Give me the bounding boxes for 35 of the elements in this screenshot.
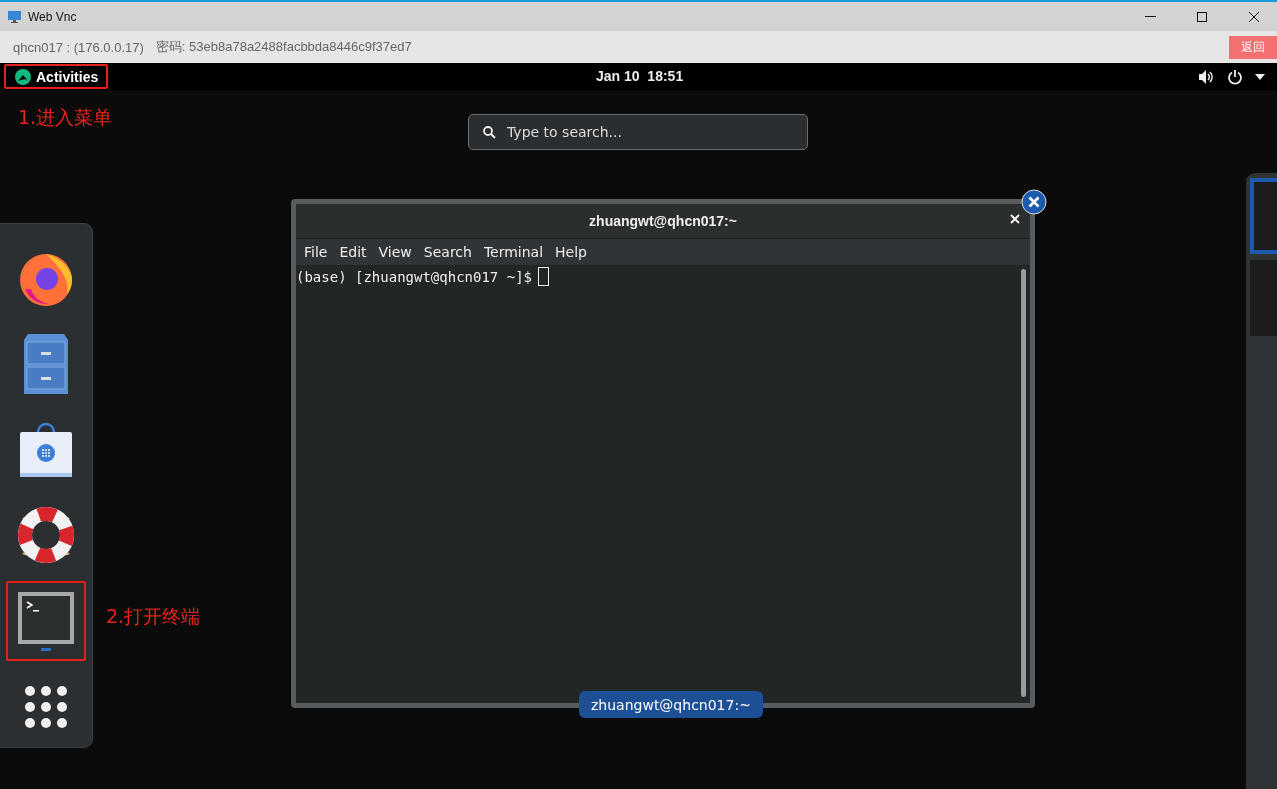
password-label: 密码: 53eb8a78a2488facbbda8446c9f37ed7 bbox=[155, 38, 412, 56]
host-label: qhcn017 : (176.0.0.17) bbox=[13, 39, 144, 55]
close-icon[interactable] bbox=[1249, 11, 1259, 22]
text-cursor bbox=[538, 267, 549, 286]
running-indicator bbox=[41, 647, 51, 651]
maximize-icon[interactable] bbox=[1197, 11, 1207, 22]
window-title: Web Vnc bbox=[28, 9, 78, 24]
search-icon bbox=[483, 126, 496, 139]
scrollbar[interactable] bbox=[1021, 269, 1026, 697]
window-caption: zhuangwt@qhcn017:~ bbox=[579, 691, 763, 718]
app-grid-icon bbox=[25, 686, 67, 729]
file-cabinet-icon bbox=[24, 333, 68, 394]
menu-item[interactable]: Edit bbox=[333, 244, 373, 260]
terminal-icon bbox=[18, 591, 74, 644]
terminal-prompt: (base) [zhuangwt@qhcn017 ~]$ bbox=[296, 269, 532, 285]
shopping-bag-icon bbox=[19, 421, 73, 478]
activities-button[interactable]: Activities bbox=[4, 64, 109, 89]
search-field[interactable]: Type to search... bbox=[468, 114, 808, 150]
caret-icon[interactable] bbox=[1255, 73, 1265, 80]
clock[interactable]: Jan 10 18:51 bbox=[596, 68, 684, 84]
annotation-text: 2.打开终端 bbox=[106, 604, 201, 629]
terminal-title: zhuangwt@qhcn017:~ bbox=[589, 213, 737, 229]
volume-icon[interactable] bbox=[1199, 69, 1215, 84]
lifebuoy-icon bbox=[17, 507, 75, 564]
dash-app-button[interactable] bbox=[6, 581, 86, 662]
menu-item[interactable]: View bbox=[372, 244, 418, 260]
logo-icon bbox=[15, 68, 31, 85]
menu-item[interactable]: Help bbox=[549, 244, 593, 260]
monitor-icon bbox=[8, 10, 22, 23]
menu-item[interactable]: Terminal bbox=[477, 244, 550, 260]
power-icon[interactable] bbox=[1227, 68, 1243, 85]
minimize-icon[interactable] bbox=[1144, 16, 1156, 17]
menu-item[interactable]: Search bbox=[417, 244, 478, 260]
menu-item[interactable]: File bbox=[298, 244, 334, 260]
annotation-text: 1.进入菜单 bbox=[18, 105, 113, 130]
